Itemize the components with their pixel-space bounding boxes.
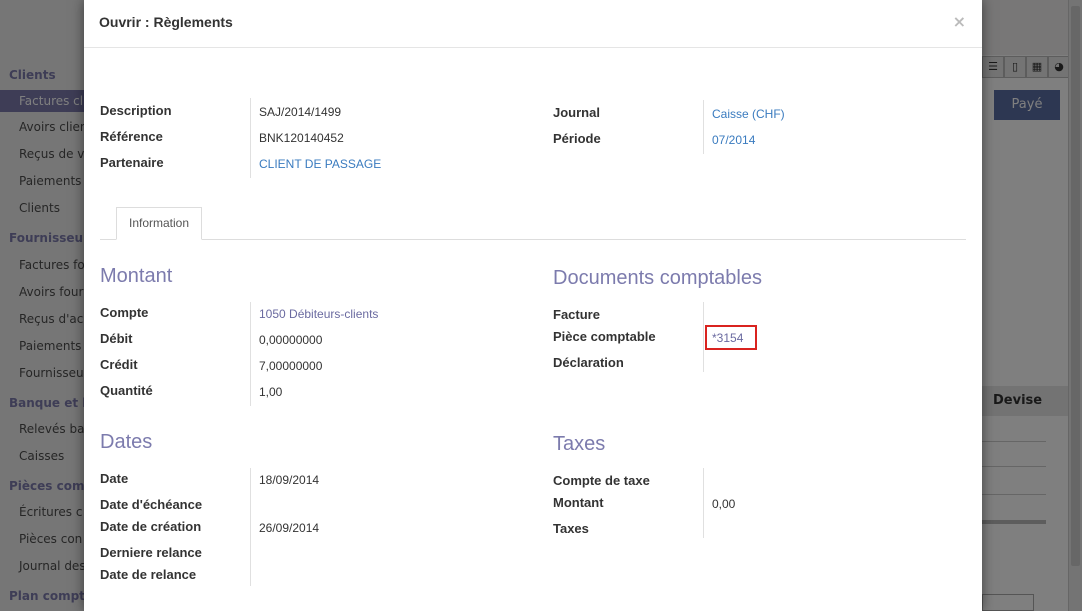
compte-label: Compte <box>100 305 149 320</box>
debit-label: Débit <box>100 331 133 346</box>
date-creation-value: 26/09/2014 <box>259 521 320 535</box>
description-value: SAJ/2014/1499 <box>259 105 342 119</box>
date-value: 18/09/2014 <box>259 473 320 487</box>
tab-information[interactable]: Information <box>116 207 203 240</box>
modal-dialog: Ouvrir : Règlements × Description Référe… <box>84 0 982 611</box>
date-echeance-label: Date d'échéance <box>100 497 203 512</box>
modal-header: Ouvrir : Règlements × <box>84 0 982 48</box>
compte-link[interactable]: 1050 Débiteurs-clients <box>259 307 378 321</box>
field-separator <box>250 468 251 586</box>
field-separator <box>250 302 251 406</box>
partenaire-label: Partenaire <box>100 155 164 170</box>
periode-label: Période <box>553 131 601 146</box>
facture-label: Facture <box>553 307 600 322</box>
modal-title: Ouvrir : Règlements <box>99 14 233 30</box>
montant-heading: Montant <box>100 265 173 287</box>
date-label: Date <box>100 471 129 486</box>
date-relance-label: Date de relance <box>100 567 197 582</box>
field-separator <box>703 100 704 154</box>
notebook-tabs: Information <box>100 207 966 240</box>
field-separator <box>703 468 704 538</box>
credit-label: Crédit <box>100 357 138 372</box>
quantite-value: 1,00 <box>259 385 283 399</box>
piece-comptable-link[interactable]: *3154 <box>712 331 743 345</box>
taxes-label: Taxes <box>553 521 589 536</box>
dates-heading: Dates <box>100 431 153 453</box>
quantite-label: Quantité <box>100 383 153 398</box>
journal-label: Journal <box>553 105 600 120</box>
close-icon[interactable]: × <box>953 12 966 31</box>
debit-value: 0,00000000 <box>259 333 323 347</box>
montant-taxe-value: 0,00 <box>712 497 736 511</box>
description-label: Description <box>100 103 172 118</box>
field-separator <box>250 98 251 178</box>
documents-heading: Documents comptables <box>553 267 762 289</box>
compte-taxe-label: Compte de taxe <box>553 473 650 488</box>
credit-value: 7,00000000 <box>259 359 323 373</box>
field-separator <box>703 302 704 372</box>
journal-link[interactable]: Caisse (CHF) <box>712 107 785 121</box>
reference-value: BNK120140452 <box>259 131 344 145</box>
date-creation-label: Date de création <box>100 519 202 534</box>
montant-taxe-label: Montant <box>553 495 604 510</box>
partenaire-link[interactable]: CLIENT DE PASSAGE <box>259 157 381 171</box>
taxes-heading: Taxes <box>553 433 606 455</box>
periode-link[interactable]: 07/2014 <box>712 133 755 147</box>
derniere-relance-label: Derniere relance <box>100 545 202 560</box>
declaration-label: Déclaration <box>553 355 624 370</box>
piece-comptable-label: Pièce comptable <box>553 329 656 344</box>
reference-label: Référence <box>100 129 163 144</box>
